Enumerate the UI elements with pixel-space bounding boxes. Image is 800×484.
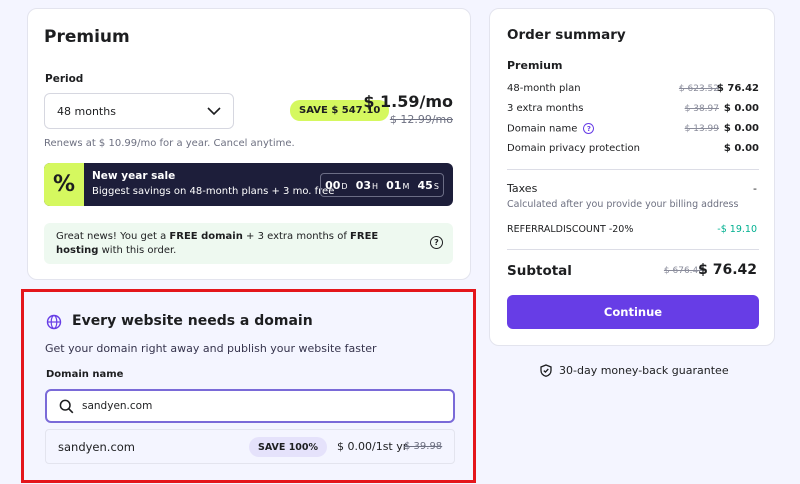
countdown-minutes: 01M	[386, 178, 410, 192]
domain-result-name: sandyen.com	[58, 440, 136, 454]
period-label: Period	[45, 73, 84, 85]
domain-field-label: Domain name	[46, 369, 124, 380]
domain-result-price: $ 0.00/1st yr	[337, 440, 408, 453]
order-row: Domain privacy protection $ 0.00	[507, 143, 759, 154]
order-row: Domain name? $ 13.99 $ 0.00	[507, 123, 759, 135]
continue-button[interactable]: Continue	[507, 295, 759, 329]
countdown-days: 00D	[325, 178, 348, 192]
domain-search-input[interactable]	[82, 400, 422, 412]
shield-check-icon	[540, 364, 552, 377]
divider	[507, 249, 759, 250]
discount-label: REFERRALDISCOUNT -20%	[507, 224, 634, 235]
taxes-note: Calculated after you provide your billin…	[507, 199, 739, 210]
taxes-value: -	[753, 182, 757, 195]
period-select[interactable]: 48 months	[44, 93, 234, 129]
premium-plan-card: Premium Period 48 months SAVE $ 547.10 $…	[27, 8, 471, 280]
sale-title: New year sale	[92, 170, 176, 182]
order-row: 48-month plan $ 623.52 $ 76.42	[507, 83, 759, 94]
domain-section-title: Every website needs a domain	[72, 313, 313, 329]
subtotal-value: $ 76.42	[698, 262, 757, 278]
globe-icon	[46, 314, 62, 330]
percent-icon: %	[44, 163, 84, 206]
domain-section-subtitle: Get your domain right away and publish y…	[45, 342, 377, 355]
chevron-down-icon	[207, 106, 221, 115]
guarantee-text: 30-day money-back guarantee	[559, 364, 729, 377]
sale-subtitle: Biggest savings on 48-month plans + 3 mo…	[92, 186, 335, 197]
old-monthly-price: $ 12.99/mo	[389, 113, 453, 126]
period-value: 48 months	[57, 104, 116, 118]
domain-result-row[interactable]: sandyen.com SAVE 100% $ 0.00/1st yr $ 39…	[45, 429, 455, 464]
domain-save-badge: SAVE 100%	[249, 437, 328, 457]
countdown-timer: 00D 03H 01M 45S	[320, 173, 444, 197]
money-back-guarantee: 30-day money-back guarantee	[540, 364, 729, 377]
domain-result-old-price: $ 39.98	[404, 441, 443, 452]
divider	[507, 169, 759, 170]
renewal-note: Renews at $ 10.99/mo for a year. Cancel …	[44, 138, 295, 149]
countdown-seconds: 45S	[417, 178, 439, 192]
free-offer-banner: Great news! You get a FREE domain + 3 ex…	[44, 223, 453, 264]
subtotal-label: Subtotal	[507, 263, 572, 279]
order-summary-title: Order summary	[507, 27, 626, 43]
sale-banner: % New year sale Biggest savings on 48-mo…	[44, 163, 453, 206]
domain-section: Every website needs a domain Get your do…	[21, 289, 476, 483]
order-plan-name: Premium	[507, 59, 563, 72]
help-icon[interactable]: ?	[430, 236, 443, 249]
domain-search-box[interactable]	[45, 389, 455, 423]
search-icon	[59, 399, 74, 413]
countdown-hours: 03H	[355, 178, 379, 192]
monthly-price: $ 1.59/mo	[363, 92, 453, 111]
order-row: 3 extra months $ 38.97 $ 0.00	[507, 103, 759, 114]
discount-value: -$ 19.10	[717, 224, 757, 235]
taxes-label: Taxes	[507, 182, 538, 195]
plan-title: Premium	[44, 27, 130, 47]
order-summary-card: Order summary Premium 48-month plan $ 62…	[489, 8, 775, 346]
help-icon[interactable]: ?	[583, 123, 595, 134]
